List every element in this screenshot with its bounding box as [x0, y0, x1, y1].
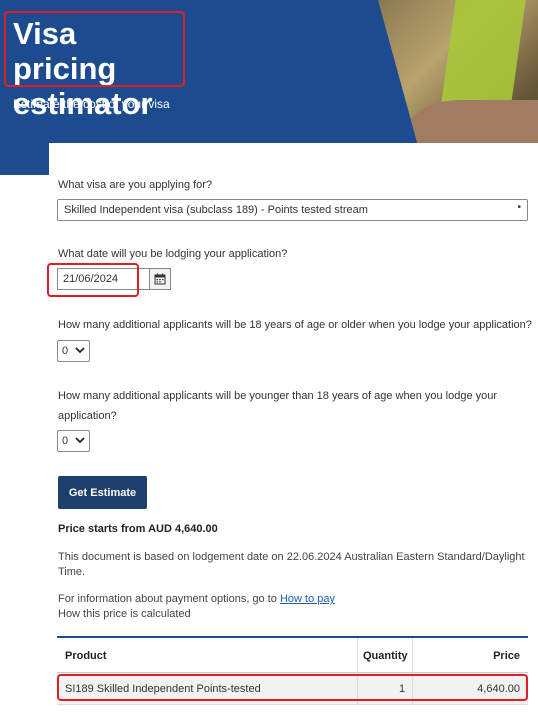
- dropdown-caret-icon: •: [517, 202, 521, 213]
- date-question-label: What date will you be lodging your appli…: [58, 248, 288, 260]
- adults-question-label: How many additional applicants will be 1…: [58, 319, 532, 331]
- chevron-down-icon: [75, 347, 85, 354]
- minors-question-label-line1: How many additional applicants will be y…: [58, 390, 498, 402]
- header-product: Product: [65, 650, 107, 662]
- payment-info-text: For information about payment options, g…: [58, 593, 277, 605]
- title-highlight-box: [4, 11, 185, 87]
- minors-question-label-line2: application?: [58, 410, 117, 422]
- how-price-calculated-link[interactable]: How this price is calculated: [58, 608, 191, 620]
- chevron-down-icon: [75, 437, 85, 444]
- calendar-button[interactable]: [149, 268, 171, 290]
- adults-select-value: 0: [62, 345, 69, 357]
- minors-select-value: 0: [62, 435, 69, 447]
- header-quantity: Quantity: [363, 650, 408, 662]
- price-starts-text: Price starts from AUD 4,640.00: [58, 523, 218, 535]
- banner-photo-detail: [440, 0, 526, 110]
- how-to-pay-link[interactable]: How to pay: [280, 593, 335, 605]
- adults-select[interactable]: 0: [57, 340, 90, 362]
- table-header-row: Product Quantity Price: [57, 638, 528, 673]
- page-subtitle: Estimate the cost of your visa: [13, 97, 170, 111]
- visa-select[interactable]: Skilled Independent visa (subclass 189) …: [57, 199, 528, 221]
- payment-info: For information about payment options, g…: [58, 593, 335, 605]
- date-highlight-box: [47, 263, 139, 297]
- header-price: Price: [493, 650, 520, 662]
- lodgement-note: This document is based on lodgement date…: [58, 551, 525, 578]
- minors-select[interactable]: 0: [57, 430, 90, 452]
- visa-question-label: What visa are you applying for?: [58, 179, 213, 191]
- get-estimate-button[interactable]: Get Estimate: [58, 476, 147, 509]
- row-highlight-box: [57, 674, 528, 701]
- visa-select-value: Skilled Independent visa (subclass 189) …: [64, 204, 368, 216]
- calendar-icon: [154, 273, 166, 285]
